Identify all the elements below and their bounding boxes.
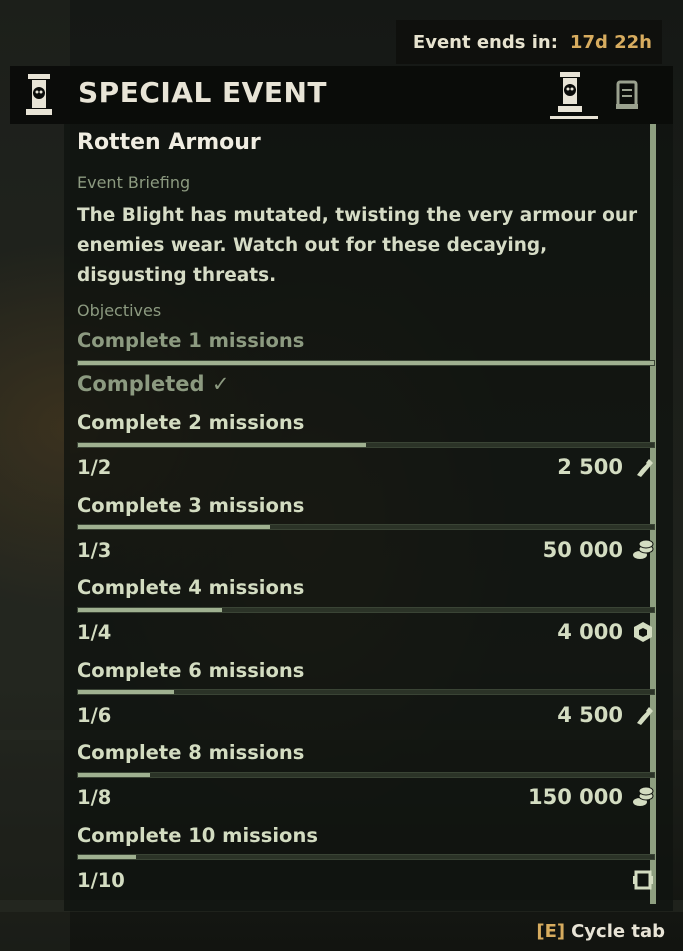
objective-reward	[623, 868, 655, 892]
objective-progress-fill	[78, 690, 175, 694]
ticket-icon	[637, 707, 653, 725]
objective-title: Complete 1 missions	[77, 329, 305, 352]
objective-progress-fill	[78, 443, 366, 447]
objective-count: 1/2	[77, 456, 112, 479]
objective-progress-fill	[78, 773, 150, 777]
briefing-label: Event Briefing	[77, 173, 191, 192]
objective-reward: 4 500	[557, 703, 655, 727]
objective-title: Complete 10 missions	[77, 824, 318, 847]
event-timer-label: Event ends in:	[412, 31, 558, 53]
event-timer: Event ends in: 17d 22h	[396, 20, 662, 64]
objective-progress-bar	[77, 360, 655, 366]
objective-reward: 4 000	[557, 620, 655, 644]
briefing-text: The Blight has mutated, twisting the ver…	[77, 205, 638, 286]
objective-title: Complete 8 missions	[77, 741, 305, 764]
cycle-tab-label: Cycle tab	[571, 920, 665, 942]
cycle-tab-hint[interactable]: [E] Cycle tab	[518, 911, 683, 951]
event-header: SPECIAL EVENT	[10, 66, 673, 124]
tab-special-event-icon[interactable]	[550, 70, 590, 116]
objective-progress-bar	[77, 524, 655, 530]
objective-reward: 2 500	[557, 455, 655, 479]
objectives-label: Objectives	[77, 301, 162, 320]
objective-title: Complete 4 missions	[77, 576, 305, 599]
objective-count: 1/4	[77, 621, 112, 644]
background-strut	[0, 0, 70, 951]
objective-count: 1/6	[77, 704, 112, 727]
active-tab-indicator	[550, 116, 598, 119]
keybind-label: [E]	[536, 920, 566, 942]
reward-amount: 4 000	[557, 620, 623, 644]
objective-progress-fill	[78, 855, 136, 859]
ticket-icon	[637, 459, 653, 477]
objective-title: Complete 3 missions	[77, 494, 305, 517]
objective-progress-bar	[77, 772, 655, 778]
objective-count: 1/3	[77, 539, 112, 562]
page-title: SPECIAL EVENT	[78, 76, 327, 109]
objective-progress-bar	[77, 689, 655, 695]
reward-amount: 150 000	[528, 785, 623, 809]
tab-scroll-icon[interactable]	[608, 70, 648, 116]
objective-reward: 50 000	[543, 538, 655, 562]
objective-count: 1/10	[77, 869, 125, 892]
plasteel-icon	[634, 622, 652, 642]
objective-progress-fill	[78, 608, 222, 612]
objective-progress-bar	[77, 607, 655, 613]
coins-icon	[633, 539, 654, 559]
pillar-skull-icon	[26, 74, 52, 115]
objective-completed-status: Completed ✓	[77, 372, 230, 396]
objective-reward: 150 000	[528, 785, 655, 809]
reward-amount: 50 000	[542, 538, 623, 562]
objective-count: 1/8	[77, 786, 112, 809]
objective-title: Complete 6 missions	[77, 659, 305, 682]
event-name: Rotten Armour	[77, 130, 261, 155]
coins-icon	[633, 786, 654, 806]
objective-progress-bar	[77, 854, 655, 860]
cosmetic-icon	[633, 870, 653, 890]
objective-progress-fill	[78, 525, 270, 529]
event-timer-value: 17d 22h	[569, 31, 652, 53]
objective-progress-bar	[77, 442, 655, 448]
reward-amount: 2 500	[557, 455, 623, 479]
objective-progress-fill	[78, 361, 654, 365]
reward-amount: 4 500	[557, 703, 623, 727]
objective-title: Complete 2 missions	[77, 411, 305, 434]
